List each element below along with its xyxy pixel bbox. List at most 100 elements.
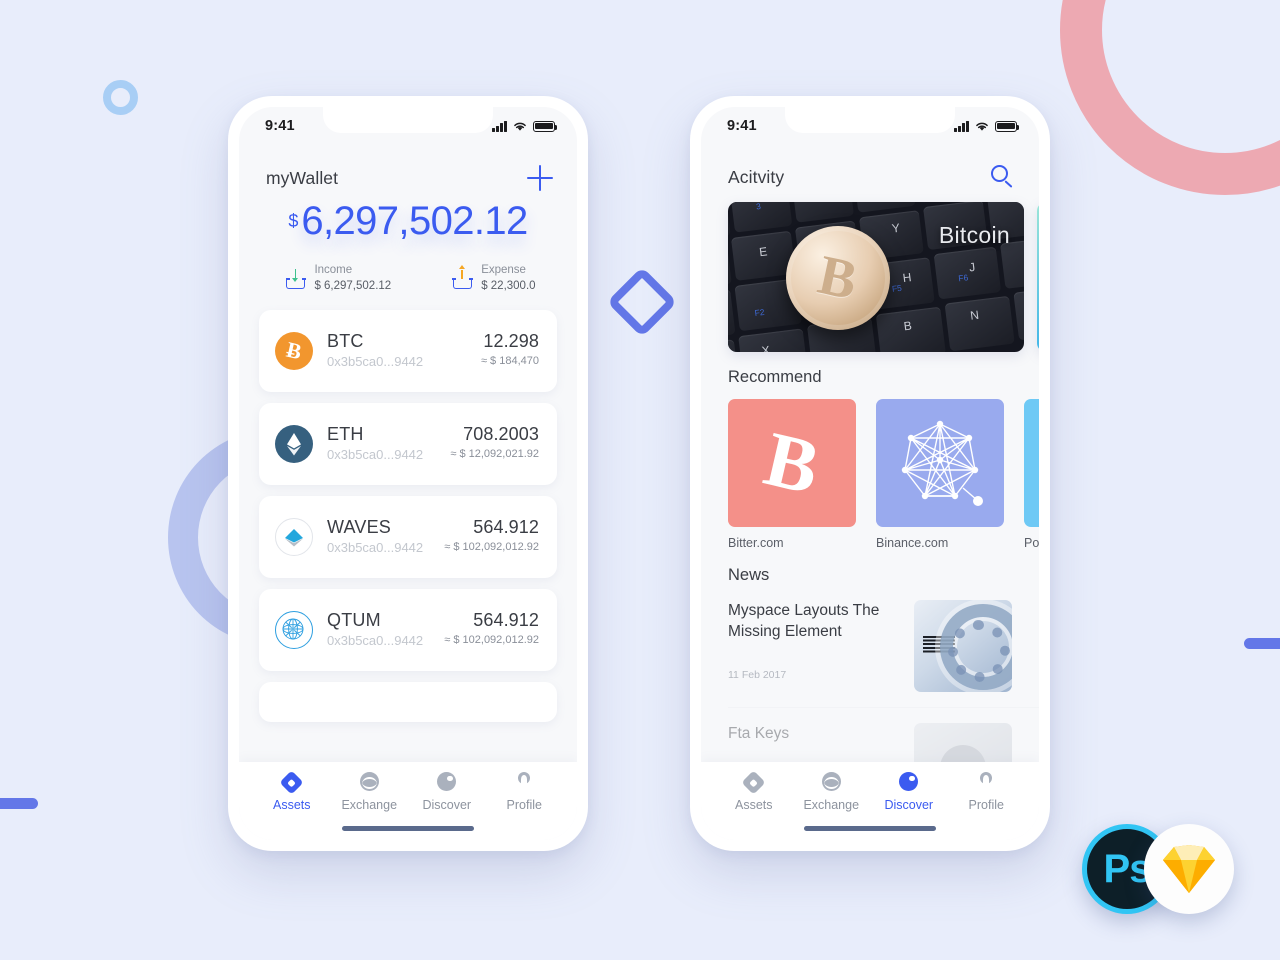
activity-carousel[interactable]: 2 3 4 5 6 W E Y S H J K Z [701, 189, 1039, 352]
tab-discover[interactable]: Discover [870, 772, 948, 812]
tool-badges: Ps [1082, 824, 1242, 916]
tab-label: Assets [734, 798, 773, 812]
tab-label: Profile [506, 798, 542, 812]
profile-person-icon [514, 772, 534, 792]
battery-icon [533, 120, 558, 132]
news-date: 11 Feb 2017 [728, 668, 787, 681]
hero-caption: Bitcoin [938, 222, 1010, 248]
sketch-badge-icon [1144, 824, 1234, 914]
asset-list[interactable]: Ƀ BTC 0x3b5ca0...9442 12.298 ≈ $ 184,470 [239, 294, 577, 762]
asset-amount: 564.912 [473, 517, 539, 538]
bitcoin-b-icon[interactable]: B [728, 399, 856, 527]
asset-fiat-value: ≈ $ 102,092,012.92 [444, 541, 539, 554]
expense-value: $ 22,300.0 [481, 279, 536, 292]
list-item[interactable]: Binance.com [876, 399, 1004, 550]
recommend-heading: Recommend [728, 368, 822, 386]
list-item[interactable]: Myspace Layouts The Missing Element 11 F… [728, 585, 1039, 707]
asset-name: QTUM [327, 610, 381, 631]
wifi-icon [514, 122, 526, 131]
qtum-globe-glyph [282, 618, 304, 640]
cellular-bars-icon [492, 120, 507, 132]
table-row[interactable]: WAVES 0x3b5ca0...9442 564.912 ≈ $ 102,09… [259, 496, 557, 579]
asset-name: WAVES [327, 517, 392, 538]
balance-currency-symbol: $ [288, 211, 299, 231]
asset-fiat-value: ≈ $ 184,470 [480, 355, 539, 368]
decor-diamond-outline [606, 266, 678, 338]
bitcoin-coin-photo: B [786, 226, 890, 330]
discover-screen: 9:41 Acitvity 3 E Y H J X B N F2 F5 F6 B… [701, 107, 1039, 840]
qtum-coin-icon [275, 611, 313, 650]
news-list[interactable]: Myspace Layouts The Missing Element 11 F… [701, 585, 1039, 762]
asset-address: 0x3b5ca0...9442 [327, 632, 424, 648]
eth-coin-icon [275, 425, 313, 464]
status-time: 9:41 [265, 118, 295, 134]
discover-header: Acitvity [701, 145, 1039, 189]
asset-fiat-value: ≈ $ 102,092,012.92 [444, 634, 539, 647]
search-icon[interactable] [991, 165, 1015, 189]
sketch-diamond-icon [1163, 845, 1215, 893]
list-item[interactable]: Polonie [1024, 399, 1039, 550]
waves-chevron-glyph [285, 529, 303, 547]
status-bar: 9:41 [701, 107, 1039, 145]
table-row[interactable]: ETH 0x3b5ca0...9442 708.2003 ≈ $ 12,092,… [259, 403, 557, 486]
recommend-caption: Bitter.com [728, 536, 784, 550]
expense-arrow-up-icon [452, 265, 473, 289]
poster-canvas: 9:41 myWallet $ 6,297,502.12 Income $ 6,… [0, 0, 1280, 960]
news-title: Myspace Layouts The Missing Element [728, 602, 880, 641]
home-indicator[interactable] [804, 826, 936, 831]
discover-content: 2 3 4 5 6 W E Y S H J K Z [701, 189, 1039, 762]
tab-label: Discover [884, 798, 934, 812]
tab-label: Discover [422, 798, 472, 812]
table-row[interactable]: Ƀ BTC 0x3b5ca0...9442 12.298 ≈ $ 184,470 [259, 310, 557, 393]
sparkle-icon[interactable] [1024, 399, 1039, 527]
list-item[interactable]: B Bitter.com [728, 399, 856, 550]
balance-block: $ 6,297,502.12 Income $ 6,297,502.12 Exp… [239, 191, 577, 294]
network-graph-icon[interactable] [876, 399, 1004, 527]
list-item[interactable]: Fta Keys [728, 707, 1039, 762]
btc-coin-icon: Ƀ [275, 332, 313, 371]
table-row[interactable]: QTUM 0x3b5ca0...9442 564.912 ≈ $ 102,092… [259, 589, 557, 672]
tab-label: Exchange [803, 798, 860, 812]
wallet-header: myWallet [239, 145, 577, 191]
hero-card-next[interactable] [1037, 202, 1039, 352]
tab-label: Assets [272, 798, 311, 812]
hero-card-bitcoin[interactable]: 2 3 4 5 6 W E Y S H J K Z [728, 202, 1024, 352]
asset-amount: 564.912 [473, 610, 539, 631]
decor-small-blue-ring [103, 80, 138, 115]
expense-label: Expense [481, 264, 526, 276]
tab-profile[interactable]: Profile [486, 772, 564, 812]
asset-address: 0x3b5ca0...9442 [327, 539, 424, 555]
income-value: $ 6,297,502.12 [314, 279, 392, 292]
table-row-partial[interactable] [259, 682, 557, 723]
news-date [728, 744, 900, 762]
recommend-row[interactable]: B Bitter.com Binance.com Po [701, 387, 1039, 550]
status-bar: 9:41 [239, 107, 577, 145]
income-summary: Income $ 6,297,502.12 [285, 263, 392, 294]
asset-address: 0x3b5ca0...9442 [327, 353, 424, 369]
tab-assets[interactable]: Assets [253, 769, 331, 812]
tab-exchange[interactable]: Exchange [331, 772, 409, 812]
tab-exchange[interactable]: Exchange [793, 772, 871, 812]
asset-fiat-value: ≈ $ 12,092,021.92 [450, 448, 539, 461]
tab-profile[interactable]: Profile [948, 772, 1026, 812]
asset-name: BTC [327, 331, 364, 352]
discover-circle-icon [899, 772, 919, 792]
eth-diamond-glyph [287, 433, 301, 456]
page-title: Acitvity [728, 166, 785, 187]
tab-assets[interactable]: Assets [715, 769, 793, 812]
expense-summary: Expense $ 22,300.0 [452, 263, 536, 294]
balance-amount-row: $ 6,297,502.12 [288, 201, 528, 241]
decor-bar-left [0, 798, 38, 809]
asset-name: ETH [327, 424, 364, 445]
tab-discover[interactable]: Discover [408, 772, 486, 812]
exchange-wave-icon [821, 772, 841, 792]
home-indicator[interactable] [342, 826, 474, 831]
status-time: 9:41 [727, 118, 757, 134]
assets-diamond-icon [279, 769, 304, 795]
add-wallet-button[interactable] [527, 165, 553, 191]
income-arrow-down-icon [285, 268, 307, 289]
phone-mockup-discover: 9:41 Acitvity 3 E Y H J X B N F2 F5 F6 B… [690, 96, 1050, 851]
cellular-bars-icon [954, 120, 969, 132]
asset-address: 0x3b5ca0...9442 [327, 446, 424, 462]
recommend-caption: Binance.com [876, 536, 949, 550]
